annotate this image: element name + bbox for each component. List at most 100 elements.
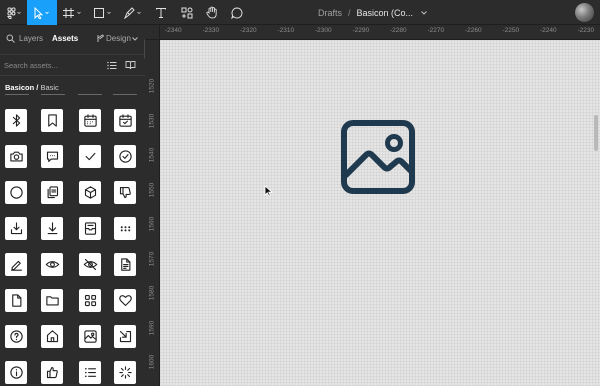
- book-icon[interactable]: [96, 34, 105, 43]
- asset-tile[interactable]: [5, 109, 27, 132]
- asset-tile[interactable]: [79, 361, 101, 384]
- tab-design[interactable]: Design: [106, 34, 131, 43]
- pen-icon: [124, 6, 141, 19]
- asset-tile[interactable]: [114, 217, 136, 240]
- asset-tile[interactable]: [79, 145, 101, 168]
- asset-tile[interactable]: [41, 109, 63, 132]
- resources-button[interactable]: [175, 0, 199, 25]
- asset-tile[interactable]: [114, 325, 136, 348]
- ruler-x-label: -2270: [427, 27, 445, 34]
- asset-tile[interactable]: [5, 145, 27, 168]
- asset-tile[interactable]: [79, 217, 101, 240]
- library-book-icon[interactable]: [125, 60, 136, 70]
- ruler-y-label: 1570: [148, 251, 156, 266]
- tab-layers[interactable]: Layers: [19, 34, 43, 43]
- ruler-corner: [145, 25, 160, 40]
- asset-tile[interactable]: [5, 361, 27, 384]
- asset-tile[interactable]: [5, 253, 27, 276]
- mouse-cursor-icon: [264, 185, 274, 197]
- asset-tile[interactable]: [41, 145, 63, 168]
- comment-icon: [231, 6, 243, 19]
- ruler-x-label: -2290: [352, 27, 370, 34]
- hand-icon: [206, 6, 217, 19]
- pen-tool-button[interactable]: [119, 0, 149, 25]
- rectangle-icon: [94, 7, 111, 18]
- calendar-icon: [83, 114, 97, 127]
- comment-tool-button[interactable]: [225, 0, 249, 25]
- info-icon: [9, 366, 23, 379]
- canvas-scrollbar[interactable]: [594, 115, 598, 151]
- hand-tool-button[interactable]: [200, 0, 224, 25]
- import-icon: [119, 330, 131, 343]
- asset-tile[interactable]: [114, 289, 136, 312]
- text-tool-button[interactable]: [149, 0, 173, 25]
- asset-tile[interactable]: [79, 109, 101, 132]
- top-toolbar: Drafts / Basicon (Co...: [0, 0, 600, 25]
- asset-tile[interactable]: [41, 289, 63, 312]
- file-breadcrumb: Drafts / Basicon (Co...: [318, 0, 429, 25]
- ruler-y-label: 1520: [148, 78, 156, 94]
- folder-icon: [45, 296, 59, 306]
- asset-tile[interactable]: [41, 361, 63, 384]
- library-name[interactable]: Basicon /: [5, 83, 38, 92]
- search-icon[interactable]: [6, 34, 15, 43]
- panel-tabs: Layers Assets Design: [0, 25, 145, 54]
- shape-tool-button[interactable]: [89, 0, 119, 25]
- avatar[interactable]: [575, 3, 594, 22]
- asset-tile[interactable]: [79, 289, 101, 312]
- image-icon[interactable]: [340, 119, 416, 195]
- design-canvas[interactable]: [160, 40, 600, 386]
- home-icon: [46, 330, 58, 343]
- list-icon: [84, 367, 96, 378]
- frame-tool-button[interactable]: [57, 0, 89, 25]
- asset-tile[interactable]: [5, 325, 27, 348]
- asset-tile[interactable]: [5, 181, 27, 204]
- bookmark-icon: [47, 114, 57, 127]
- page-name: Basic: [40, 83, 59, 92]
- main-menu-button[interactable]: [0, 0, 27, 25]
- asset-tile[interactable]: [114, 109, 136, 132]
- asset-tile[interactable]: [41, 253, 63, 276]
- asset-tile[interactable]: [79, 325, 101, 348]
- file-name[interactable]: Basicon (Co...: [357, 8, 414, 18]
- resources-icon: [181, 7, 193, 18]
- ruler-x-label: -2280: [390, 27, 407, 34]
- asset-tile[interactable]: [5, 217, 27, 240]
- dislike-icon: [119, 186, 131, 199]
- edit-pencil-icon: [10, 260, 22, 271]
- asset-tile[interactable]: [5, 289, 27, 312]
- ruler-y-label: 1590: [148, 320, 156, 335]
- project-name[interactable]: Drafts: [318, 8, 342, 18]
- asset-tile[interactable]: [114, 253, 136, 276]
- ruler-y-label: 1600: [148, 354, 156, 370]
- asset-tile[interactable]: [114, 361, 136, 384]
- text-icon: [156, 7, 166, 18]
- ruler-y-label: 1530: [148, 113, 156, 128]
- asset-tile[interactable]: [114, 181, 136, 204]
- asset-search-row: [0, 54, 145, 76]
- more-dots-icon: [120, 226, 130, 232]
- frame-hash-icon: [63, 7, 81, 18]
- list-view-icon[interactable]: [107, 61, 117, 70]
- asset-tile[interactable]: [41, 217, 63, 240]
- asset-tile[interactable]: [114, 145, 136, 168]
- search-input[interactable]: [4, 58, 94, 72]
- check-icon: [85, 152, 95, 161]
- asset-tile[interactable]: [41, 181, 63, 204]
- chevron-down-icon[interactable]: [131, 36, 139, 42]
- chevron-down-icon[interactable]: [419, 9, 429, 17]
- download-icon: [47, 222, 57, 235]
- image-icon: [83, 330, 97, 343]
- asset-tile[interactable]: [79, 181, 101, 204]
- help-circle-icon: [9, 330, 23, 343]
- ruler-x-label: -2260: [465, 27, 482, 34]
- horizontal-ruler: -2340 -2330 -2320 -2310 -2300 -2290 -2280 -2270…: [145, 25, 600, 40]
- tab-assets[interactable]: Assets: [52, 34, 78, 43]
- grid-icon: [84, 294, 96, 307]
- move-tool-button[interactable]: [27, 0, 57, 25]
- asset-tile[interactable]: [41, 325, 63, 348]
- ruler-x-label: -2230: [577, 27, 595, 34]
- drawer-icon: [84, 222, 96, 235]
- asset-tile[interactable]: [79, 253, 101, 276]
- ruler-y-label: 1550: [148, 182, 156, 197]
